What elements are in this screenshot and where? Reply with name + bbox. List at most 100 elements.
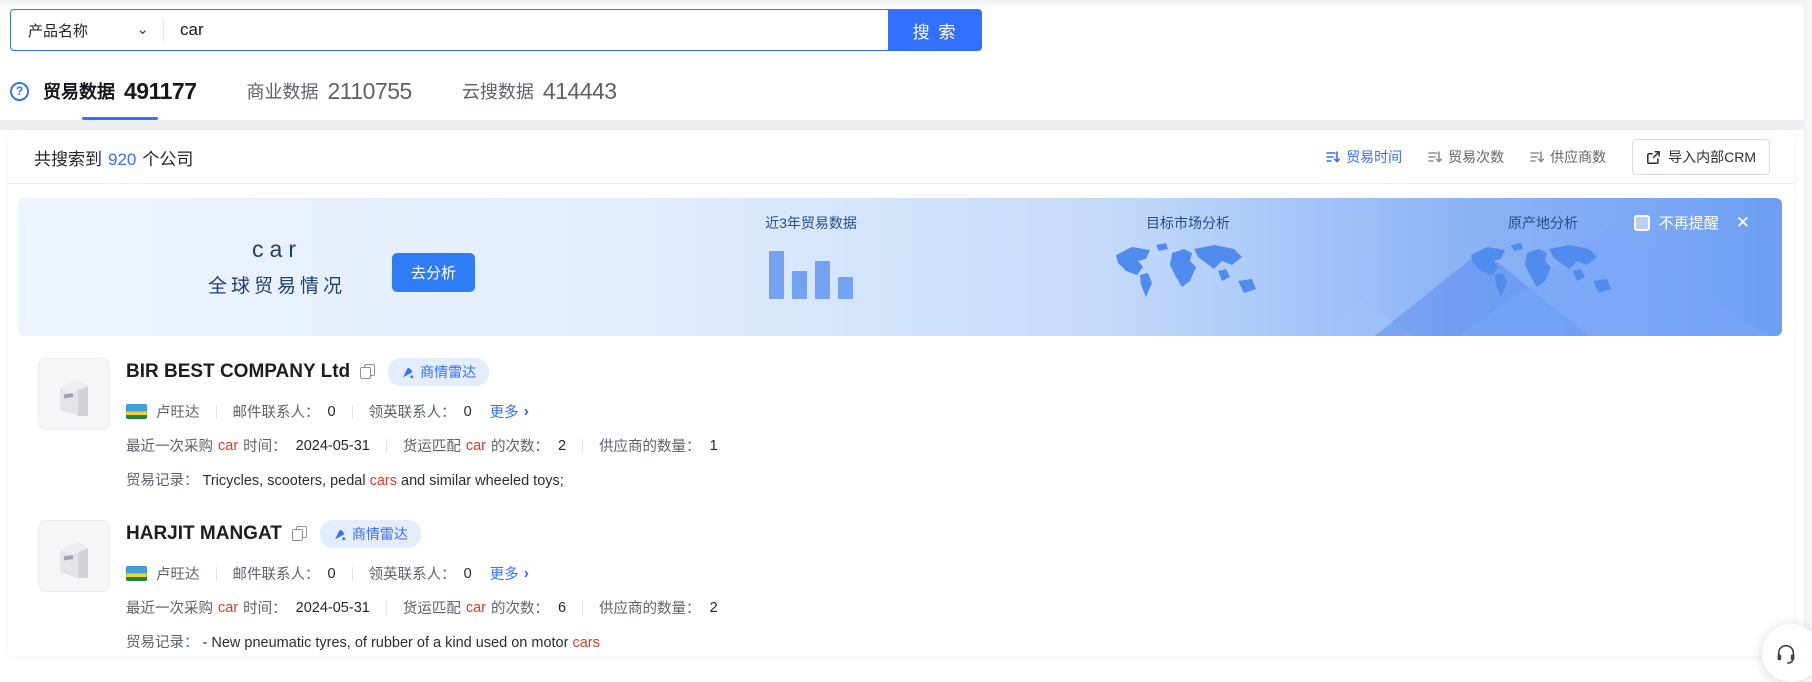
chevron-right-icon: › [524, 403, 529, 421]
sort-label: 贸易时间 [1346, 147, 1402, 167]
banner-keyword-block: car 全球贸易情况 [208, 236, 346, 298]
radar-badge-label: 商情雷达 [420, 362, 476, 382]
keyword-highlight: car [218, 600, 238, 616]
divider [582, 601, 583, 615]
more-label: 更多 [490, 401, 519, 422]
tab-trade-data[interactable]: 贸易数据 491177 [43, 62, 196, 120]
results-header: 共搜索到 920 个公司 贸易时间 贸易次数 供应商数 导入内部CRM [8, 130, 1794, 178]
dismiss-label[interactable]: 不再提醒 [1659, 212, 1719, 233]
trade-record-label: 贸易记录： [126, 473, 199, 489]
company-list-item: HARJIT MANGAT 商情雷达 卢旺达 邮件联系人： 0 领英联系人： 0… [8, 494, 1794, 656]
shipping-match-label-suffix: 的次数： [491, 597, 549, 618]
import-crm-button[interactable]: 导入内部CRM [1632, 139, 1770, 175]
tab-cloud-search-data[interactable]: 云搜数据 414443 [462, 62, 617, 120]
export-icon [1646, 150, 1661, 165]
keyword-highlight: car [466, 438, 486, 454]
keyword-highlight: cars [572, 635, 599, 651]
sort-desc-icon [1428, 150, 1442, 164]
company-meta-row: 卢旺达 邮件联系人： 0 领英联系人： 0 更多 › [126, 401, 1768, 422]
search-button[interactable]: 搜 索 [888, 9, 982, 51]
linkedin-contacts-label: 领英联系人： [369, 563, 456, 584]
supplier-count: 2 [710, 600, 718, 616]
shipping-match-label: 货运匹配 [403, 435, 461, 456]
linkedin-contacts-count: 0 [464, 404, 472, 420]
sort-trade-time[interactable]: 贸易时间 [1326, 147, 1402, 167]
shipping-match-label-suffix: 的次数： [491, 435, 549, 456]
banner-section-label: 近3年贸易数据 [701, 213, 921, 233]
divider [582, 439, 583, 453]
company-trade-stats-row: 最近一次采购 car 时间： 2024-05-31 货运匹配 car 的次数： … [126, 597, 1768, 618]
rwanda-flag-icon [126, 404, 147, 419]
help-icon[interactable]: ? [10, 82, 29, 101]
top-strip [0, 0, 1812, 6]
company-name-row: BIR BEST COMPANY Ltd 商情雷达 [126, 358, 1768, 386]
headset-icon [1775, 642, 1797, 664]
search-box: 产品名称 ⌄ [10, 9, 888, 51]
trade-record-row: 贸易记录： Tricycles, scooters, pedalcarsand … [126, 469, 1768, 490]
world-map-icon [1110, 241, 1266, 303]
tabs-row: ? 贸易数据 491177 商业数据 2110755 云搜数据 414443 [10, 62, 1812, 120]
radar-icon [401, 366, 414, 379]
banner-section-market: 目标市场分析 [1078, 213, 1298, 306]
company-thumbnail[interactable] [38, 520, 110, 592]
results-count-text: 共搜索到 920 个公司 [34, 145, 193, 170]
found-prefix: 共搜索到 [34, 150, 102, 169]
dismiss-checkbox[interactable] [1634, 215, 1650, 231]
shipping-match-count: 6 [558, 600, 566, 616]
bar-chart-icon [769, 245, 853, 299]
company-thumbnail[interactable] [38, 358, 110, 430]
last-purchase-label: 最近一次采购 [126, 435, 213, 456]
tab-label: 商业数据 [246, 78, 318, 104]
customer-service-button[interactable] [1762, 624, 1812, 682]
search-input[interactable] [164, 10, 888, 50]
search-category-dropdown[interactable]: 产品名称 ⌄ [11, 10, 163, 50]
email-contacts-count: 0 [328, 404, 336, 420]
tab-business-data[interactable]: 商业数据 2110755 [246, 62, 411, 120]
divider [386, 601, 387, 615]
company-country: 卢旺达 [156, 563, 200, 584]
last-purchase-label: 最近一次采购 [126, 597, 213, 618]
sort-trade-count[interactable]: 贸易次数 [1428, 147, 1504, 167]
search-category-label: 产品名称 [28, 20, 88, 41]
found-suffix: 个公司 [142, 150, 193, 169]
supplier-count-label: 供应商的数量： [599, 435, 701, 456]
sort-desc-icon [1530, 150, 1544, 164]
trade-record-row: 贸易记录： - New pneumatic tyres, of rubber o… [126, 631, 1768, 652]
company-body: BIR BEST COMPANY Ltd 商情雷达 卢旺达 邮件联系人： 0 领… [126, 358, 1768, 490]
company-body: HARJIT MANGAT 商情雷达 卢旺达 邮件联系人： 0 领英联系人： 0… [126, 520, 1768, 652]
close-icon[interactable]: ✕ [1736, 214, 1750, 231]
copy-icon[interactable] [360, 364, 374, 380]
sort-supplier-count[interactable]: 供应商数 [1530, 147, 1606, 167]
company-country: 卢旺达 [156, 401, 200, 422]
banner-section-label: 目标市场分析 [1078, 213, 1298, 233]
scrollbar[interactable] [1804, 0, 1812, 656]
company-name[interactable]: HARJIT MANGAT [126, 523, 282, 545]
trade-record-text: - New pneumatic tyres, of rubber of a ki… [203, 635, 569, 651]
radar-badge[interactable]: 商情雷达 [388, 358, 489, 386]
sort-label: 供应商数 [1550, 147, 1606, 167]
sort-desc-icon [1326, 150, 1340, 164]
more-link[interactable]: 更多 › [490, 563, 529, 584]
copy-icon[interactable] [292, 526, 306, 542]
trade-record-text: and similar wheeled toys; [401, 473, 564, 489]
divider [216, 405, 217, 419]
last-purchase-label-suffix: 时间： [243, 435, 287, 456]
company-name[interactable]: BIR BEST COMPANY Ltd [126, 361, 350, 383]
crm-button-label: 导入内部CRM [1668, 147, 1756, 167]
found-count: 920 [108, 150, 136, 169]
banner-keyword: car [208, 236, 346, 263]
world-map-icon [1465, 241, 1621, 303]
supplier-count: 1 [710, 438, 718, 454]
tab-count: 2110755 [327, 78, 411, 105]
radar-badge[interactable]: 商情雷达 [320, 520, 421, 548]
analyze-button[interactable]: 去分析 [392, 253, 475, 292]
more-link[interactable]: 更多 › [490, 401, 529, 422]
rwanda-flag-icon [126, 566, 147, 581]
shipping-match-count: 2 [558, 438, 566, 454]
search-bar: 产品名称 ⌄ 搜 索 [10, 9, 982, 51]
linkedin-contacts-count: 0 [464, 566, 472, 582]
banner-section-label: 原产地分析 [1433, 213, 1653, 233]
more-label: 更多 [490, 563, 519, 584]
building-icon [52, 370, 96, 418]
trade-record-label: 贸易记录： [126, 635, 199, 651]
